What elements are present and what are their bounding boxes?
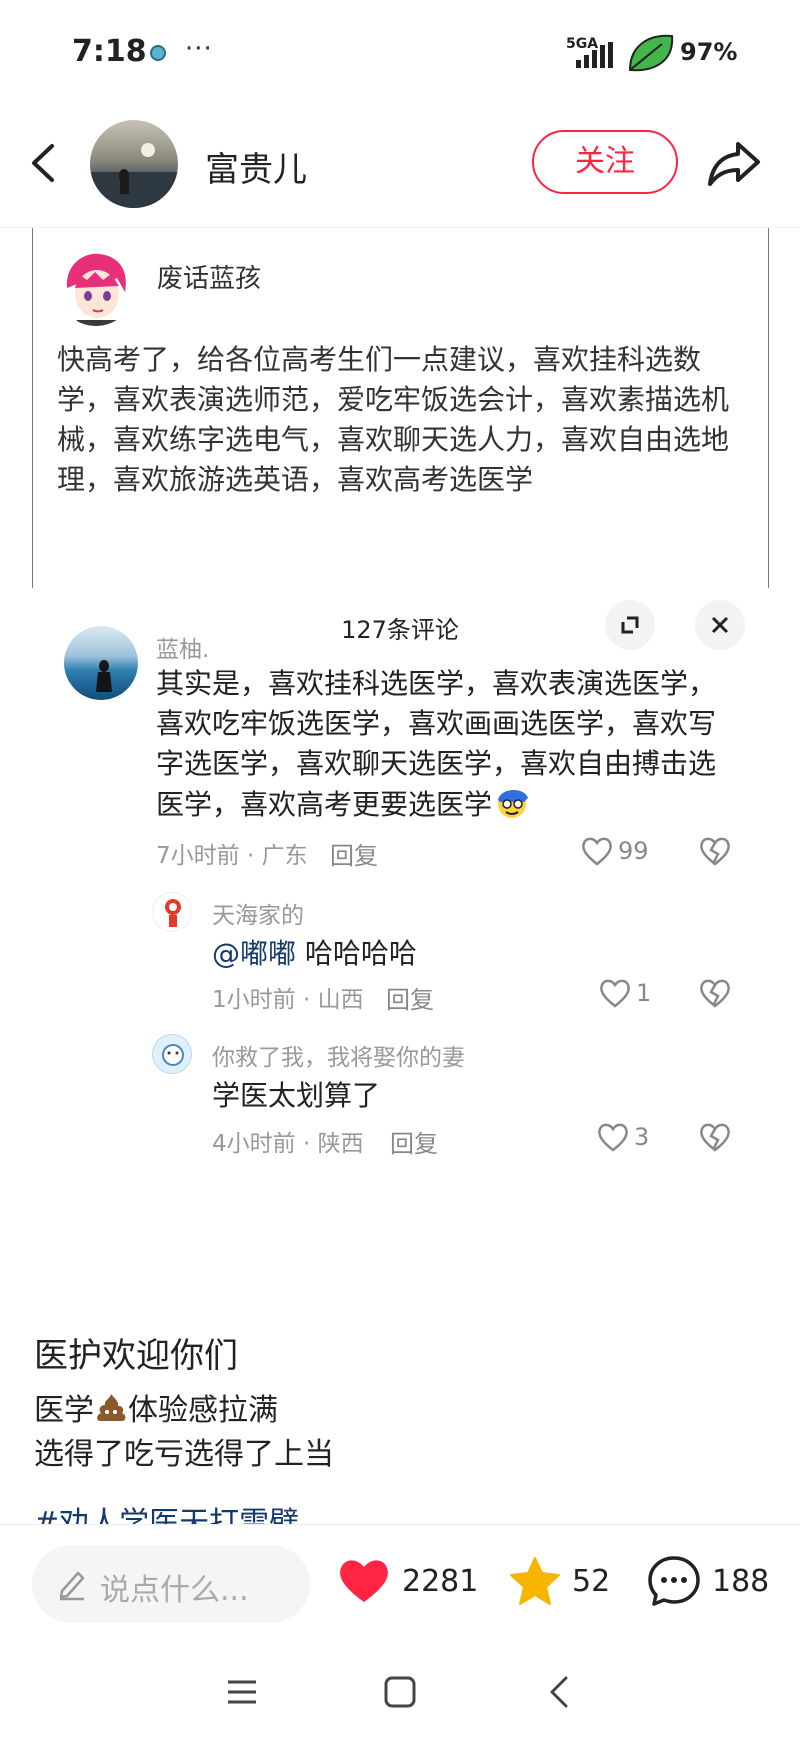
heart-filled-icon (340, 1560, 388, 1602)
post-title: 医护欢迎你们 (34, 1336, 238, 1376)
pen-icon (59, 1571, 85, 1601)
expand-button[interactable] (605, 600, 655, 650)
comments-count-title: 127条评论 (341, 616, 459, 644)
comment-avatar[interactable] (64, 626, 138, 700)
expand-icon (621, 616, 639, 634)
quoted-post-text: 快高考了，给各位高考生们一点建议，喜欢挂科选数学，喜欢表演选师范，爱吃牢饭选会计… (57, 343, 730, 496)
reply-like-count: 3 (634, 1123, 650, 1151)
signal-icon (576, 42, 613, 68)
nerd-face-emoji-icon (498, 789, 529, 818)
dislike-icon[interactable] (698, 834, 732, 868)
comment-button[interactable]: 188 (646, 1551, 769, 1611)
comment-username[interactable]: 蓝柚. (156, 630, 209, 664)
post-line: 选得了吃亏选得了上当 (34, 1437, 334, 1472)
heart-outline-icon (600, 979, 630, 1008)
reply-like-button[interactable]: 3 (596, 1120, 649, 1154)
author-avatar[interactable] (90, 120, 178, 208)
heart-outline-icon (598, 1123, 628, 1152)
post-body: 医护欢迎你们 医学 体验感拉满 选得了吃亏选得了上当 (34, 1328, 774, 1477)
more-notifications-icon: ··· (185, 34, 213, 64)
hashtag-link[interactable]: #劝人学医天打雷劈 (34, 1502, 299, 1524)
close-button[interactable] (695, 600, 745, 650)
like-button[interactable]: 2281 (336, 1551, 478, 1611)
bottom-action-bar: 说点什么... 2281 52 188 (0, 1524, 800, 1642)
reply-username[interactable]: 你救了我，我将娶你的妻 (212, 1038, 465, 1072)
dislike-icon[interactable] (698, 1120, 732, 1154)
notification-icon (150, 45, 166, 61)
star-icon (510, 1557, 560, 1605)
quoted-author-avatar (57, 248, 135, 326)
home-square-icon[interactable] (380, 1672, 420, 1712)
comment-body: 其实是，喜欢挂科选医学，喜欢表演选医学，喜欢吃牢饭选医学，喜欢画画选医学，喜欢写… (156, 667, 717, 821)
status-time: 7:18 (72, 34, 147, 69)
follow-button[interactable]: 关注 (532, 130, 678, 194)
post-header: 富贵儿 关注 (0, 110, 800, 228)
comment-input[interactable]: 说点什么... (32, 1545, 310, 1623)
reply-like-button[interactable]: 1 (598, 976, 651, 1010)
system-nav-bar (0, 1642, 800, 1742)
comment-text: 其实是，喜欢挂科选医学，喜欢表演选医学，喜欢吃牢饭选医学，喜欢画画选医学，喜欢写… (156, 664, 716, 825)
comment-count: 188 (712, 1563, 770, 1599)
comments-panel: 127条评论 蓝柚. 其实是，喜欢挂科选医学，喜欢表演选医学，喜欢吃牢饭选医学，… (30, 580, 770, 1288)
reply-button[interactable]: 回复 (330, 836, 378, 871)
battery-icon (628, 34, 674, 72)
share-icon[interactable] (706, 138, 762, 190)
post-line-text: 体验感拉满 (128, 1393, 278, 1428)
poop-emoji-icon (97, 1394, 126, 1421)
author-name[interactable]: 富贵儿 (205, 142, 307, 191)
reply-username[interactable]: 天海家的 (212, 896, 304, 930)
reply-meta: 1小时前 · 山西 (212, 987, 364, 1013)
heart-outline-icon (582, 837, 612, 866)
menu-icon[interactable] (222, 1672, 262, 1712)
reply-body: 哈哈哈哈 (304, 937, 417, 970)
collect-count: 52 (572, 1563, 611, 1599)
reply-avatar[interactable] (152, 892, 192, 932)
status-bar: 7:18 ··· 5GA 97% (0, 0, 800, 110)
quoted-author-name: 废话蓝孩 (157, 264, 262, 294)
battery-percent: 97% (680, 38, 738, 66)
post-image-card[interactable]: 废话蓝孩 快高考了，给各位高考生们一点建议，喜欢挂科选数学，喜欢表演选师范，爱吃… (32, 228, 769, 588)
comment-input-placeholder: 说点什么... (100, 1573, 249, 1608)
like-count: 2281 (402, 1563, 479, 1599)
back-arrow-icon[interactable] (22, 140, 68, 186)
collect-button[interactable]: 52 (508, 1551, 610, 1611)
post-line-text: 医学 (34, 1393, 94, 1428)
comment-like-button[interactable]: 99 (580, 834, 649, 868)
reply-button[interactable]: 回复 (390, 1124, 438, 1159)
mention-link[interactable]: @嘟嘟 (212, 937, 296, 970)
reply-text: @嘟嘟 哈哈哈哈 (212, 934, 417, 974)
post-line: 医学 体验感拉满 (34, 1389, 774, 1433)
comment-meta: 7小时前 · 广东 (156, 843, 308, 869)
reply-avatar[interactable] (152, 1034, 192, 1074)
comment-bubble-icon (648, 1556, 700, 1606)
close-icon (711, 616, 729, 634)
reply-text: 学医太划算了 (212, 1079, 381, 1112)
dislike-icon[interactable] (698, 976, 732, 1010)
comment-like-count: 99 (618, 837, 649, 865)
reply-button[interactable]: 回复 (386, 980, 434, 1015)
nav-back-icon[interactable] (540, 1672, 580, 1712)
reply-like-count: 1 (636, 979, 652, 1007)
reply-meta: 4小时前 · 陕西 (212, 1131, 364, 1157)
